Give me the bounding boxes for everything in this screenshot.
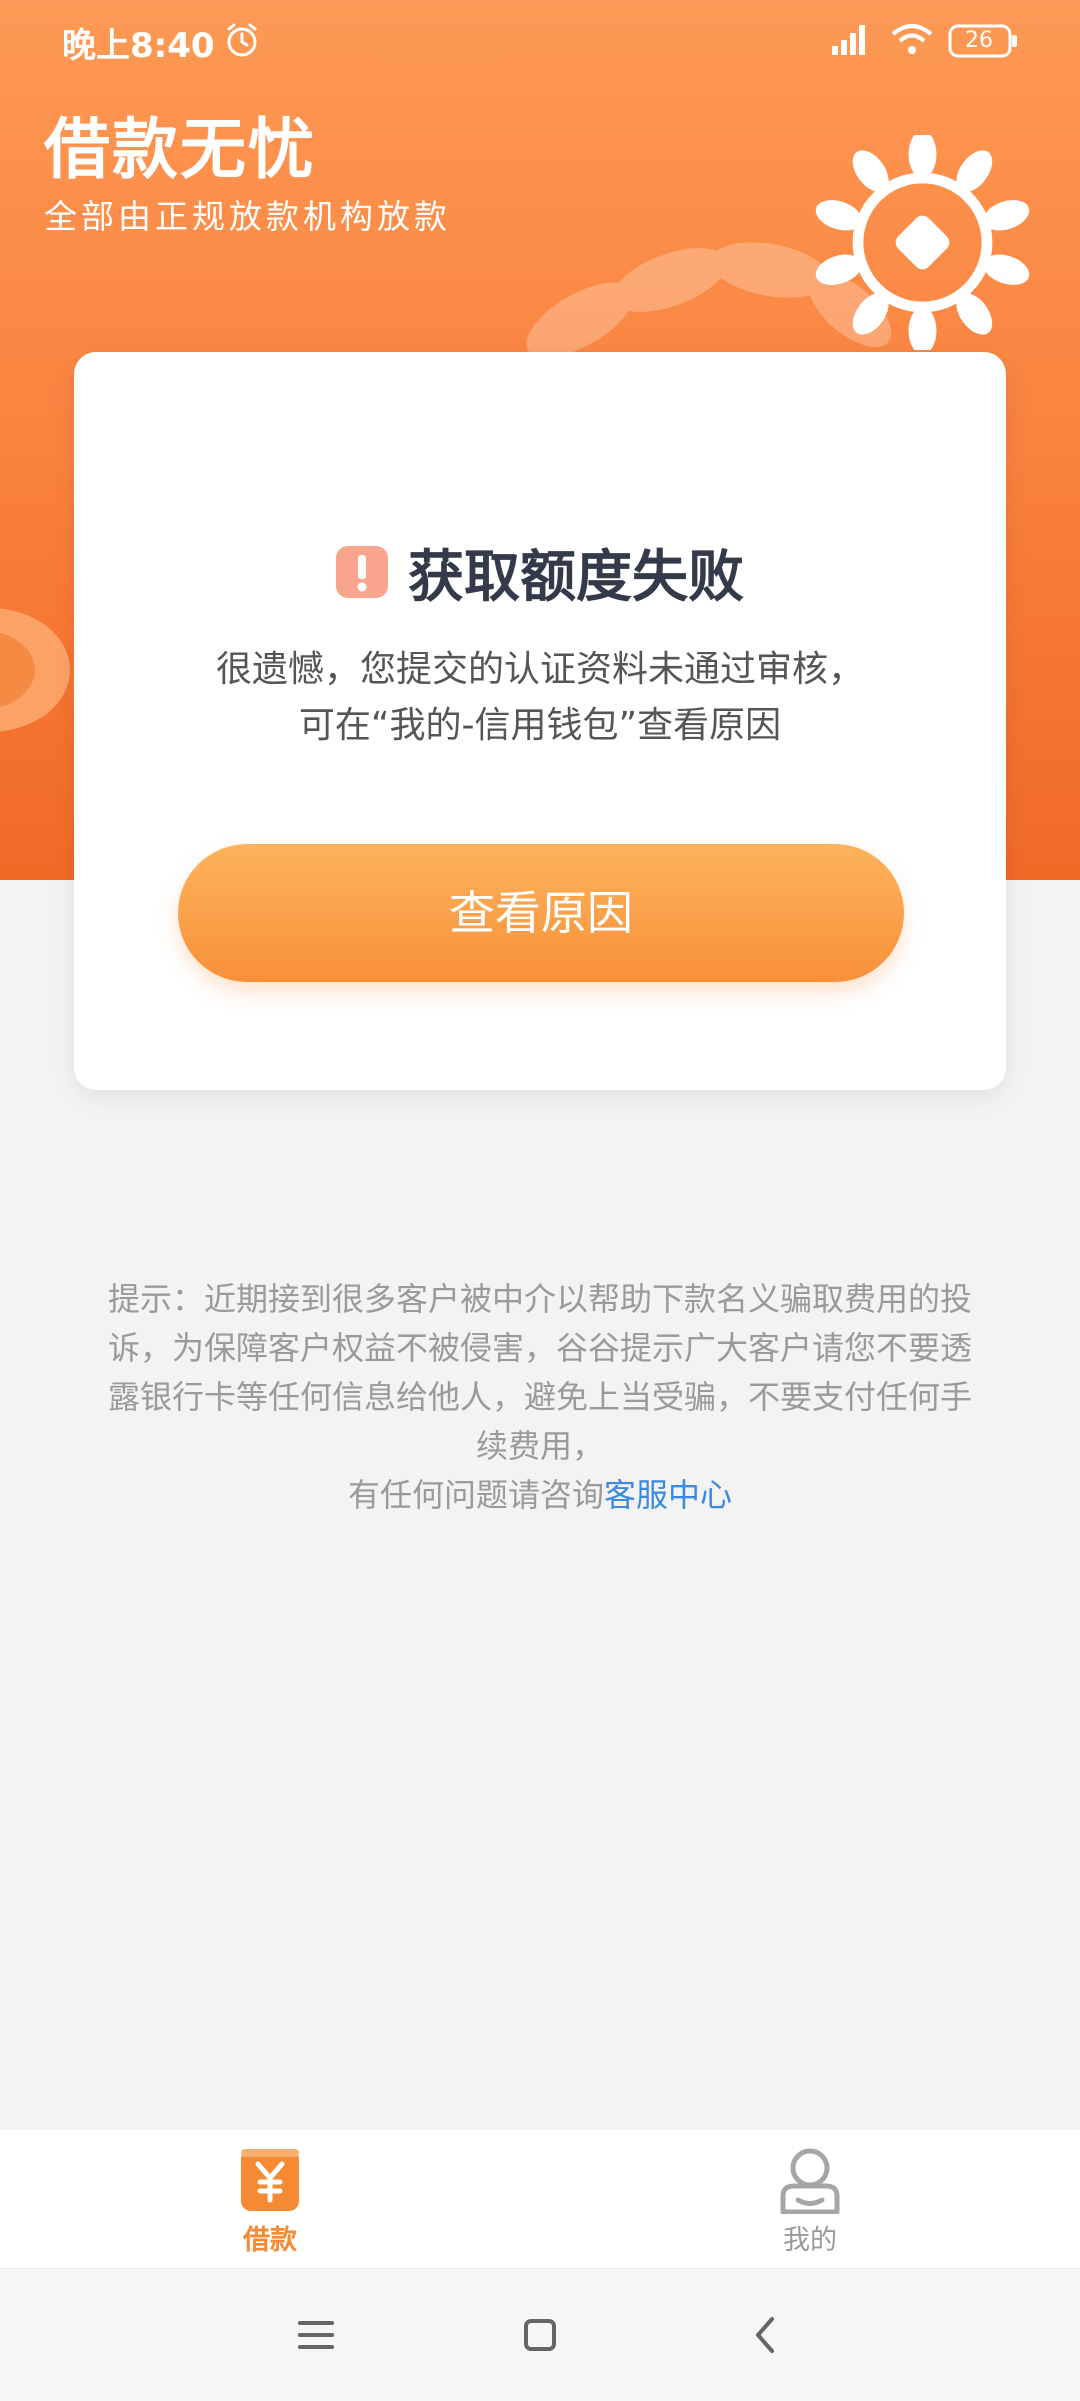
fail-message: 很遗憾，您提交的认证资料未通过审核， 可在“我的-信用钱包”查看原因 bbox=[74, 642, 1006, 754]
alarm-icon bbox=[227, 23, 257, 57]
user-icon bbox=[780, 2148, 840, 2214]
customer-service-link[interactable]: 客服中心 bbox=[604, 1476, 732, 1514]
fail-header: 获取额度失败 bbox=[74, 532, 1006, 612]
notice-text: 提示：近期接到很多客户被中介以帮助下款名义骗取费用的投诉，为保障客户权益不被侵害… bbox=[107, 1280, 972, 1465]
status-bar: 晚上8:40 26 bbox=[0, 0, 1080, 84]
signal-icon bbox=[832, 25, 865, 55]
status-time: 晚上8:40 bbox=[62, 26, 215, 66]
fail-message-line1: 很遗憾，您提交的认证资料未通过审核， bbox=[215, 649, 864, 690]
system-nav-bar bbox=[0, 2268, 1080, 2401]
tab-loan-label: 借款 bbox=[243, 2225, 297, 2256]
tab-mine[interactable]: 我的 bbox=[710, 2130, 910, 2268]
result-card: 获取额度失败 很遗憾，您提交的认证资料未通过审核， 可在“我的-信用钱包”查看原… bbox=[74, 352, 1006, 1090]
tab-loan[interactable]: 借款 bbox=[170, 2130, 370, 2268]
back-icon[interactable] bbox=[734, 2303, 798, 2367]
warning-icon bbox=[336, 546, 388, 598]
brand-title: 借款无忧 bbox=[44, 111, 316, 188]
yuan-wallet-icon bbox=[241, 2149, 299, 2211]
wifi-icon bbox=[891, 24, 933, 54]
notice-text-block: 提示：近期接到很多客户被中介以帮助下款名义骗取费用的投诉，为保障客户权益不被侵害… bbox=[100, 1275, 980, 1520]
view-reason-button[interactable]: 查看原因 bbox=[178, 844, 904, 982]
home-icon[interactable] bbox=[508, 2303, 572, 2367]
battery-level: 26 bbox=[965, 28, 993, 53]
bottom-tab-bar: 借款 我的 bbox=[0, 2130, 1080, 2268]
tab-mine-label: 我的 bbox=[783, 2225, 837, 2256]
contact-line: 有任何问题请咨询客服中心 bbox=[100, 1471, 980, 1520]
menu-icon[interactable] bbox=[284, 2303, 348, 2367]
coin-decoration bbox=[0, 608, 70, 732]
contact-prefix: 有任何问题请咨询 bbox=[347, 1476, 604, 1514]
coin-logo-icon bbox=[815, 135, 1030, 350]
fail-title: 获取额度失败 bbox=[408, 544, 744, 610]
brand-subtitle: 全部由正规放款机构放款 bbox=[44, 197, 451, 236]
fail-message-line2: 可在“我的-信用钱包”查看原因 bbox=[298, 705, 782, 746]
